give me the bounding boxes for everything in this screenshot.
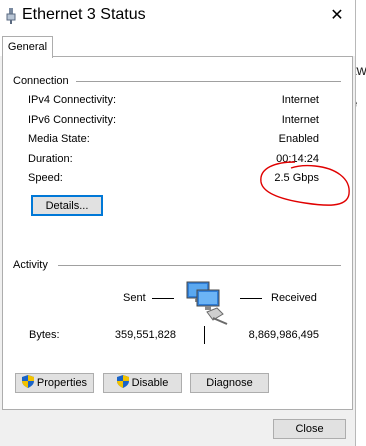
ipv4-label: IPv4 Connectivity: [28, 94, 117, 106]
bytes-received-value: 8,869,986,495 [248, 329, 319, 341]
received-line [240, 298, 262, 299]
ipv6-value: Internet [281, 114, 319, 126]
group-divider [58, 265, 341, 266]
connection-heading: Connection [13, 75, 69, 87]
title-bar[interactable]: Ethernet 3 Status ✕ [0, 0, 355, 32]
properties-button[interactable]: Properties [15, 373, 94, 393]
window-title: Ethernet 3 Status [22, 6, 146, 23]
group-divider [76, 81, 341, 82]
activity-heading: Activity [13, 259, 48, 271]
bytes-divider [204, 326, 205, 344]
diagnose-button[interactable]: Diagnose [190, 373, 269, 393]
disable-label: Disable [131, 377, 169, 389]
close-button[interactable]: Close [273, 419, 346, 439]
ipv6-label: IPv6 Connectivity: [28, 114, 117, 126]
ipv4-value: Internet [281, 94, 319, 106]
properties-label: Properties [36, 377, 88, 389]
uac-shield-icon [21, 375, 34, 391]
media-state-label: Media State: [28, 133, 90, 145]
tab-general[interactable]: General [2, 36, 53, 58]
media-state-value: Enabled [278, 133, 319, 145]
sent-line [152, 298, 174, 299]
close-icon[interactable]: ✕ [326, 6, 348, 26]
sent-label: Sent [123, 292, 146, 304]
status-dialog: Ethernet 3 Status ✕ General Connection I… [0, 0, 356, 446]
details-button[interactable]: Details... [31, 195, 103, 216]
bytes-sent-value: 359,551,828 [114, 329, 176, 341]
network-computers-icon [183, 280, 239, 331]
bytes-label: Bytes: [29, 329, 60, 341]
disable-button[interactable]: Disable [103, 373, 182, 393]
general-panel [2, 56, 353, 410]
speed-label: Speed: [28, 172, 63, 184]
duration-label: Duration: [28, 153, 73, 165]
tab-strip [0, 32, 355, 56]
received-label: Received [271, 292, 317, 304]
uac-shield-icon [116, 375, 129, 391]
network-adapter-icon [4, 8, 18, 27]
annotation-circle-icon [260, 161, 350, 206]
